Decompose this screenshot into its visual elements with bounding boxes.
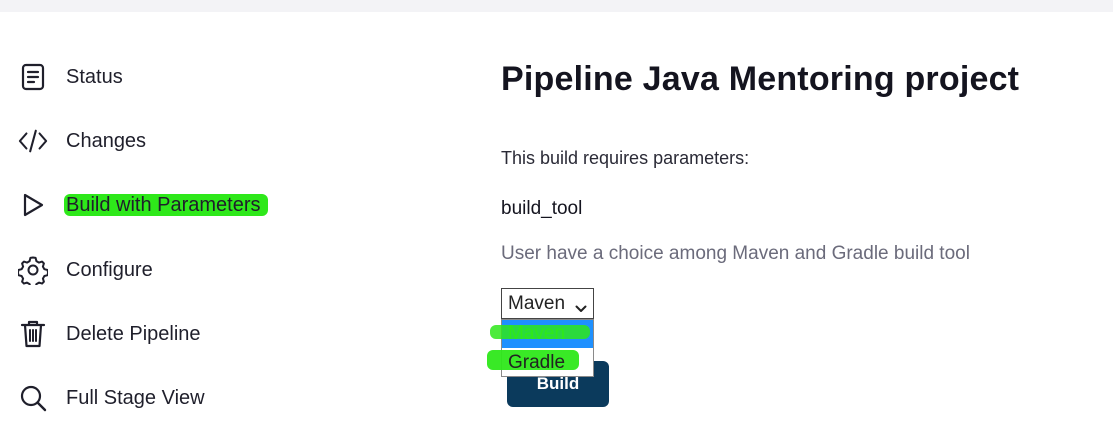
sidebar-item-delete-pipeline[interactable]: Delete Pipeline	[0, 314, 300, 354]
option-label: Maven	[508, 323, 566, 344]
option-label: Gradle	[508, 352, 566, 373]
sidebar-item-status[interactable]: Status	[0, 57, 300, 97]
code-icon	[18, 126, 48, 156]
select-value: Maven	[508, 292, 566, 314]
sidebar-item-label: Status	[66, 65, 123, 88]
chevron-down-icon	[575, 298, 587, 312]
parameter-name: build_tool	[501, 198, 583, 219]
sidebar-item-full-stage-view[interactable]: Full Stage View	[0, 378, 300, 418]
requires-parameters-text: This build requires parameters:	[501, 148, 750, 168]
page-title: Pipeline Java Mentoring project	[501, 60, 1020, 98]
sidebar-item-label: Configure	[66, 258, 153, 281]
search-icon	[18, 383, 48, 413]
sidebar-item-label: Delete Pipeline	[66, 322, 201, 345]
trash-icon	[18, 319, 48, 349]
parameter-description: User have a choice among Maven and Gradl…	[501, 243, 970, 264]
sidebar-item-label: Build with Parameters	[66, 193, 261, 216]
sidebar-item-label: Full Stage View	[66, 386, 205, 409]
build-tool-select[interactable]: Maven	[501, 288, 594, 319]
sidebar-item-build-with-parameters[interactable]: Build with Parameters	[0, 185, 300, 225]
play-icon	[18, 190, 48, 220]
option-gradle[interactable]: Gradle	[502, 349, 593, 377]
sidebar-item-label: Changes	[66, 129, 147, 152]
gear-icon	[18, 255, 48, 285]
top-bar	[0, 0, 1113, 12]
sidebar-item-configure[interactable]: Configure	[0, 250, 300, 290]
document-icon	[18, 62, 48, 92]
sidebar-item-changes[interactable]: Changes	[0, 121, 300, 161]
